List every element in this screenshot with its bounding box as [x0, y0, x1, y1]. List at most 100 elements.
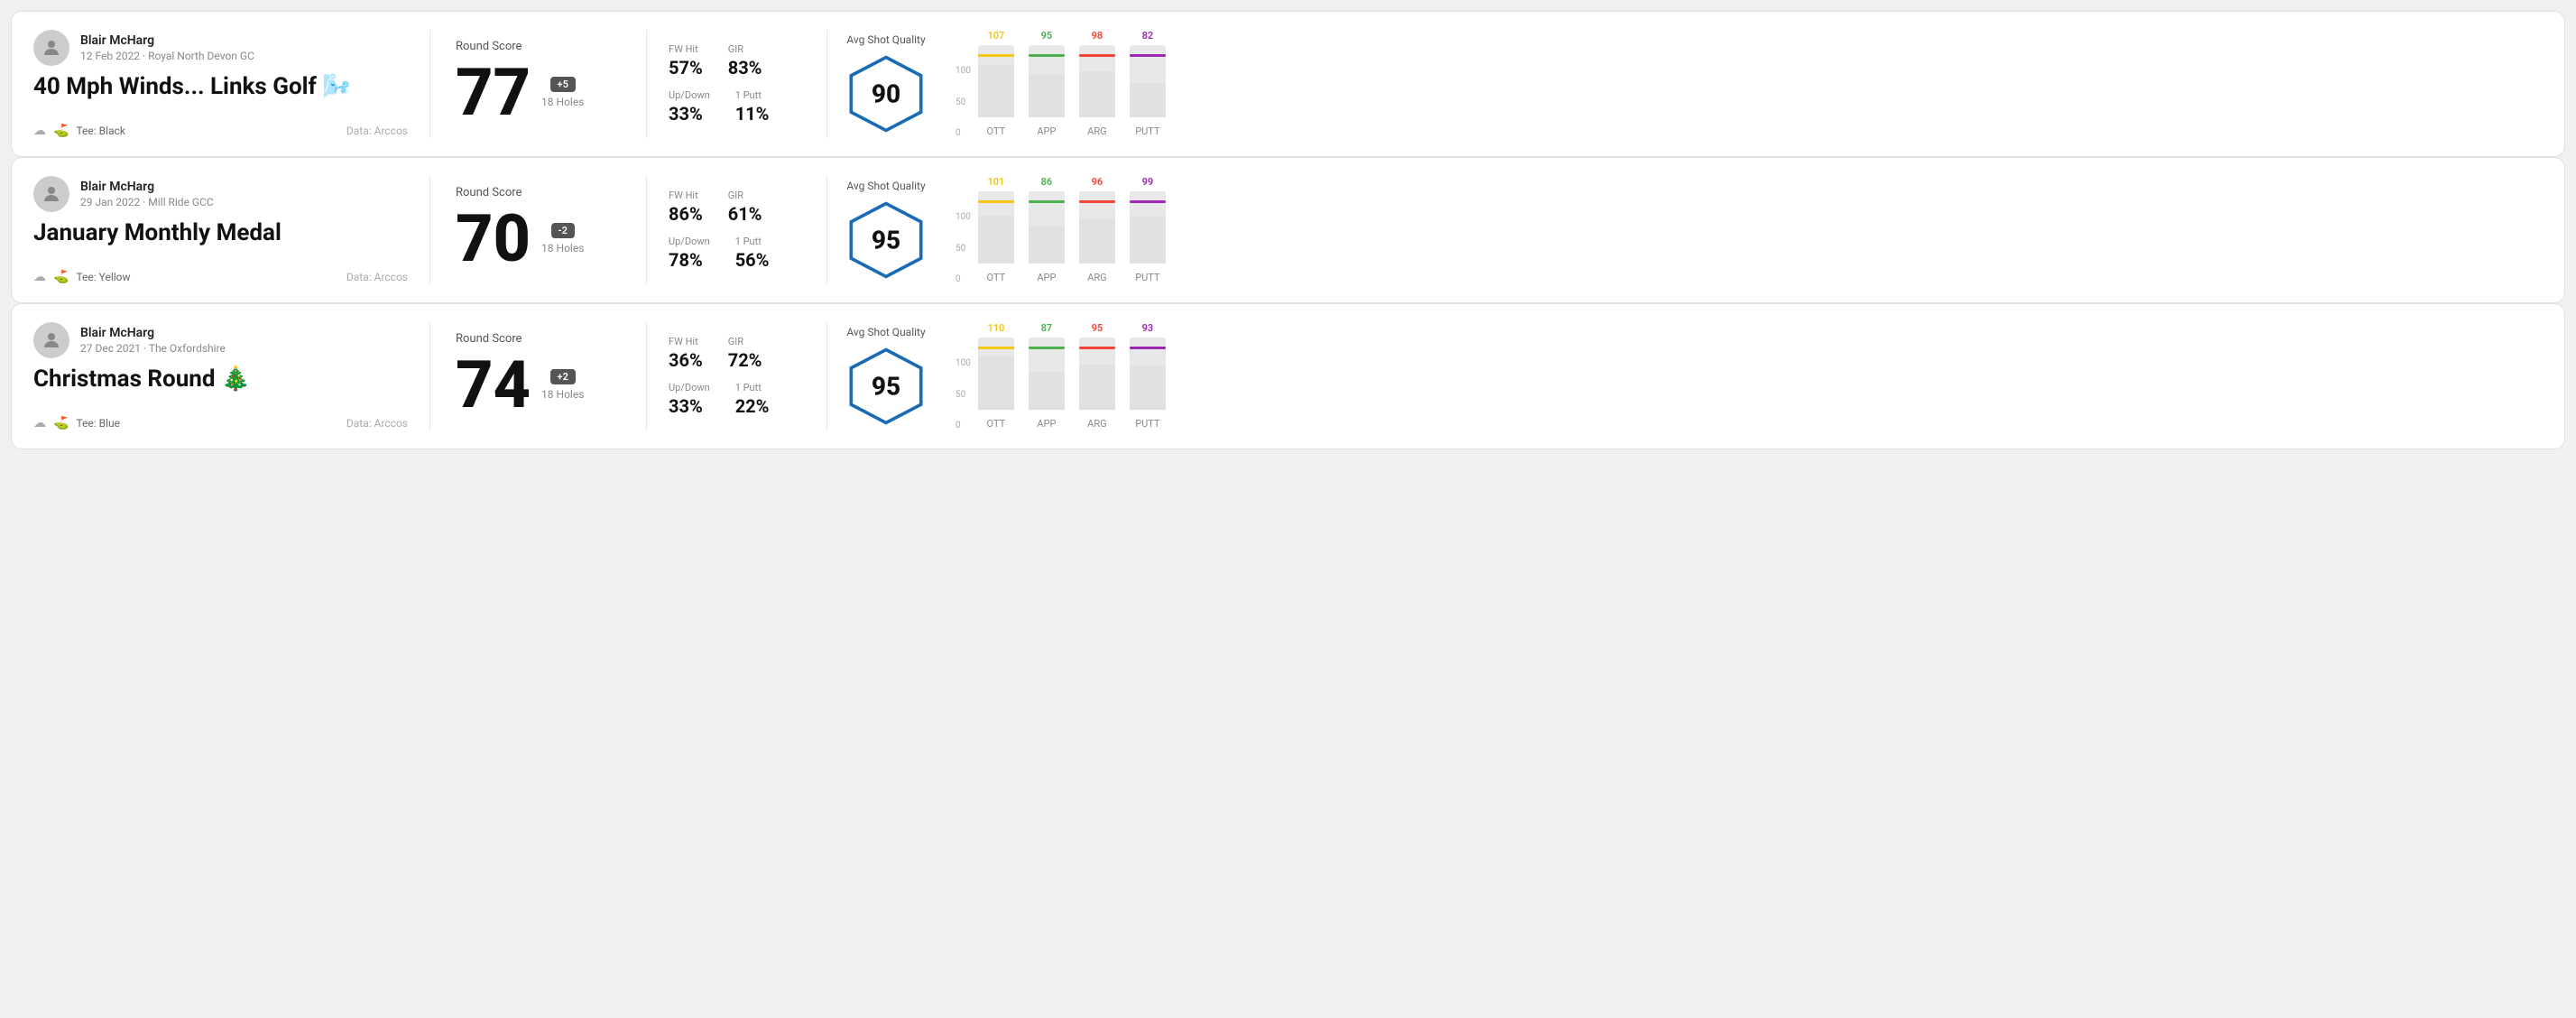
stat-group-bottom-2: Up/Down 78% 1 Putt 56% — [669, 236, 805, 271]
bar-fill-arg — [1079, 365, 1115, 410]
avg-shot-label-2: Avg Shot Quality — [846, 180, 925, 192]
bar-wrapper-arg — [1079, 45, 1115, 117]
hexagon-2: 95 — [845, 199, 927, 281]
bar-fill-putt — [1130, 83, 1166, 117]
bag-icon: ⛳ — [53, 416, 69, 430]
fw-hit-label-2: FW Hit — [669, 190, 703, 201]
updown-stat-2: Up/Down 78% — [669, 236, 710, 271]
y-axis-50: 50 — [956, 97, 971, 107]
bar-wrapper-ott — [978, 191, 1014, 264]
fw-hit-value-2: 86% — [669, 203, 703, 225]
tee-label-2: Tee: Yellow — [76, 271, 130, 283]
middle-section-2: Round Score 70 -2 18 Holes — [430, 176, 647, 284]
round-card-2: Blair McHarg 29 Jan 2022 · Mill Ride GCC… — [11, 157, 2565, 303]
bar-group-ott: 107 — [978, 30, 1014, 117]
bar-line-putt — [1130, 54, 1166, 57]
fw-hit-stat-2: FW Hit 86% — [669, 190, 703, 225]
date-course-3: 27 Dec 2021 · The Oxfordshire — [80, 342, 226, 355]
gir-label-3: GIR — [728, 336, 762, 347]
y-axis-0: 0 — [956, 274, 971, 284]
hex-score-2: 95 — [872, 226, 900, 255]
tee-label-3: Tee: Blue — [76, 417, 120, 430]
bar-fill-putt — [1130, 366, 1166, 410]
user-icon — [41, 183, 62, 205]
data-source-2: Data: Arccos — [346, 271, 408, 283]
big-score-2: 70 — [456, 207, 531, 272]
bar-group-app: 86 — [1029, 176, 1065, 264]
avatar-2 — [33, 176, 69, 212]
score-row-2: 70 -2 18 Holes — [456, 207, 621, 272]
left-section-1: Blair McHarg 12 Feb 2022 · Royal North D… — [33, 30, 430, 138]
bar-chart-2: 100 50 0 101 86 96 — [948, 176, 2525, 284]
hexagon-1: 90 — [845, 53, 927, 134]
tee-info-2: ☁ ⛳ Tee: Yellow — [33, 270, 131, 284]
avatar-3 — [33, 322, 69, 358]
updown-stat-3: Up/Down 33% — [669, 382, 710, 417]
y-axis-0: 0 — [956, 421, 971, 430]
bar-fill-ott — [978, 65, 1014, 117]
bar-line-ott — [978, 347, 1014, 349]
gir-label-1: GIR — [728, 43, 762, 55]
round-score-label-1: Round Score — [456, 40, 621, 53]
gir-value-1: 83% — [728, 57, 762, 79]
user-meta-2: Blair McHarg 29 Jan 2022 · Mill Ride GCC — [80, 180, 214, 208]
fw-hit-value-3: 36% — [669, 349, 703, 371]
oneputt-stat-1: 1 Putt 11% — [735, 89, 770, 125]
bar-chart-3: 100 50 0 110 87 95 — [948, 322, 2525, 430]
right-section-3: Avg Shot Quality 95 100 50 0 110 — [827, 322, 2543, 430]
holes-text-2: 18 Holes — [541, 242, 584, 255]
bar-value-putt: 82 — [1142, 30, 1154, 42]
bar-value-arg: 98 — [1092, 30, 1103, 42]
user-name-3: Blair McHarg — [80, 326, 226, 340]
bar-line-ott — [978, 200, 1014, 203]
hexagon-container-2: Avg Shot Quality 95 — [845, 180, 927, 281]
bar-group-arg: 96 — [1079, 176, 1115, 264]
card-footer-1: ☁ ⛳ Tee: Black Data: Arccos — [33, 124, 408, 138]
bar-label-ott: OTT — [987, 418, 1006, 430]
bar-label-ott: OTT — [987, 272, 1006, 283]
user-info-2: Blair McHarg 29 Jan 2022 · Mill Ride GCC — [33, 176, 408, 212]
gir-stat-1: GIR 83% — [728, 43, 762, 79]
bar-chart-1: 100 50 0 107 95 98 — [948, 30, 2525, 138]
bar-line-putt — [1130, 347, 1166, 349]
oneputt-stat-2: 1 Putt 56% — [735, 236, 770, 271]
oneputt-value-1: 11% — [735, 103, 770, 125]
y-axis-100: 100 — [956, 358, 971, 368]
user-icon — [41, 329, 62, 351]
bar-wrapper-ott — [978, 338, 1014, 410]
bar-fill-ott — [978, 356, 1014, 410]
bar-fill-app — [1029, 372, 1065, 410]
bar-line-app — [1029, 200, 1065, 203]
oneputt-label-1: 1 Putt — [735, 89, 770, 101]
tee-info-3: ☁ ⛳ Tee: Blue — [33, 416, 120, 430]
bar-wrapper-putt — [1130, 45, 1166, 117]
bar-label-ott: OTT — [987, 125, 1006, 137]
middle-section-3: Round Score 74 +2 18 Holes — [430, 322, 647, 430]
stats-section-2: FW Hit 86% GIR 61% Up/Down 78% 1 Putt 56… — [647, 176, 827, 284]
user-name-1: Blair McHarg — [80, 33, 254, 48]
hexagon-container-1: Avg Shot Quality 90 — [845, 33, 927, 134]
avg-shot-label-1: Avg Shot Quality — [846, 33, 925, 46]
fw-hit-label-1: FW Hit — [669, 43, 703, 55]
gir-label-2: GIR — [728, 190, 762, 201]
date-course-1: 12 Feb 2022 · Royal North Devon GC — [80, 50, 254, 62]
bar-wrapper-app — [1029, 191, 1065, 264]
updown-value-1: 33% — [669, 103, 710, 125]
big-score-1: 77 — [456, 60, 531, 125]
bar-label-putt: PUTT — [1135, 125, 1159, 137]
holes-text-1: 18 Holes — [541, 96, 584, 108]
updown-label-1: Up/Down — [669, 89, 710, 101]
hexagon-container-3: Avg Shot Quality 95 — [845, 326, 927, 427]
user-info-3: Blair McHarg 27 Dec 2021 · The Oxfordshi… — [33, 322, 408, 358]
stat-group-top-2: FW Hit 86% GIR 61% — [669, 190, 805, 225]
weather-icon: ☁ — [33, 416, 46, 430]
bar-value-app: 87 — [1041, 322, 1053, 334]
score-row-1: 77 +5 18 Holes — [456, 60, 621, 125]
bar-group-putt: 93 — [1130, 322, 1166, 410]
stat-group-bottom-1: Up/Down 33% 1 Putt 11% — [669, 89, 805, 125]
score-diff-badge-1: +5 — [550, 77, 576, 92]
updown-stat-1: Up/Down 33% — [669, 89, 710, 125]
bar-wrapper-app — [1029, 338, 1065, 410]
bar-label-arg: ARG — [1087, 125, 1106, 137]
weather-icon: ☁ — [33, 270, 46, 284]
